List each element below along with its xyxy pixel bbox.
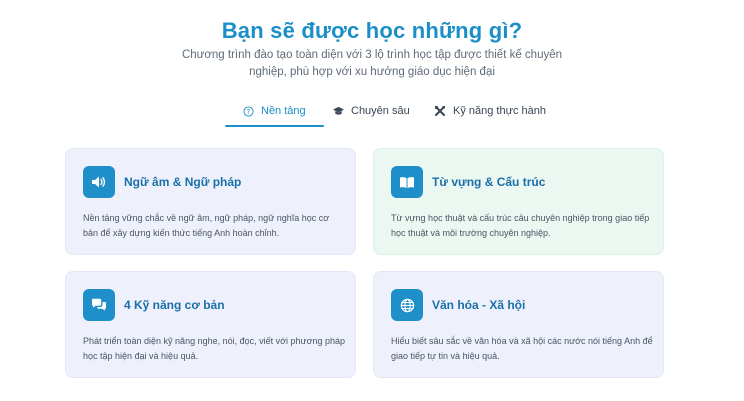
card-description: Hiểu biết sâu sắc về văn hóa và xã hội c… (391, 336, 653, 361)
section-subtitle: Chương trình đào tạo toàn diện với 3 lộ … (181, 49, 563, 78)
card-title: 4 Kỹ năng cơ bản (124, 298, 225, 312)
learning-path-tabs: ? Nền tảng Chuyên sâu Kỹ năng thực hành (0, 96, 744, 127)
card-description: Nền tảng vững chắc về ngữ âm, ngữ pháp, … (83, 213, 330, 238)
card-description: Phát triển toàn diện kỹ năng nghe, nói, … (83, 336, 346, 361)
globe-icon (391, 289, 423, 321)
card-ngu-am-ngu-phap[interactable]: Ngữ âm & Ngữ pháp Nền tảng vững chắc về … (65, 148, 356, 255)
graduation-cap-icon (331, 104, 345, 118)
chat-bubbles-icon (83, 289, 115, 321)
card-title: Văn hóa - Xã hội (432, 298, 526, 312)
svg-text:?: ? (246, 107, 250, 115)
question-circle-icon: ? (241, 104, 255, 118)
tab-label: Nền tảng (261, 105, 306, 117)
card-title: Ngữ âm & Ngữ pháp (124, 175, 242, 189)
tab-label: Chuyên sâu (351, 105, 410, 117)
speaker-icon (83, 166, 115, 198)
card-title: Từ vựng & Cấu trúc (432, 175, 546, 189)
book-icon (391, 166, 423, 198)
card-tu-vung-cau-truc[interactable]: Từ vựng & Cấu trúc Từ vựng học thuật và … (373, 148, 664, 255)
tab-nen-tang[interactable]: ? Nền tảng (225, 96, 324, 127)
card-description: Từ vựng học thuật và cấu trúc câu chuyên… (391, 213, 650, 238)
card-4-ky-nang[interactable]: 4 Kỹ năng cơ bản Phát triển toàn diện kỹ… (65, 271, 356, 378)
tab-ky-nang-thuc-hanh[interactable]: Kỹ năng thực hành (433, 96, 546, 126)
tools-icon (433, 104, 447, 118)
tab-label: Kỹ năng thực hành (453, 105, 546, 117)
tab-chuyen-sau[interactable]: Chuyên sâu (331, 96, 410, 126)
section-title: Bạn sẽ được học những gì? (221, 18, 523, 43)
card-van-hoa-xa-hoi[interactable]: Văn hóa - Xã hội Hiểu biết sâu sắc về vă… (373, 271, 664, 378)
